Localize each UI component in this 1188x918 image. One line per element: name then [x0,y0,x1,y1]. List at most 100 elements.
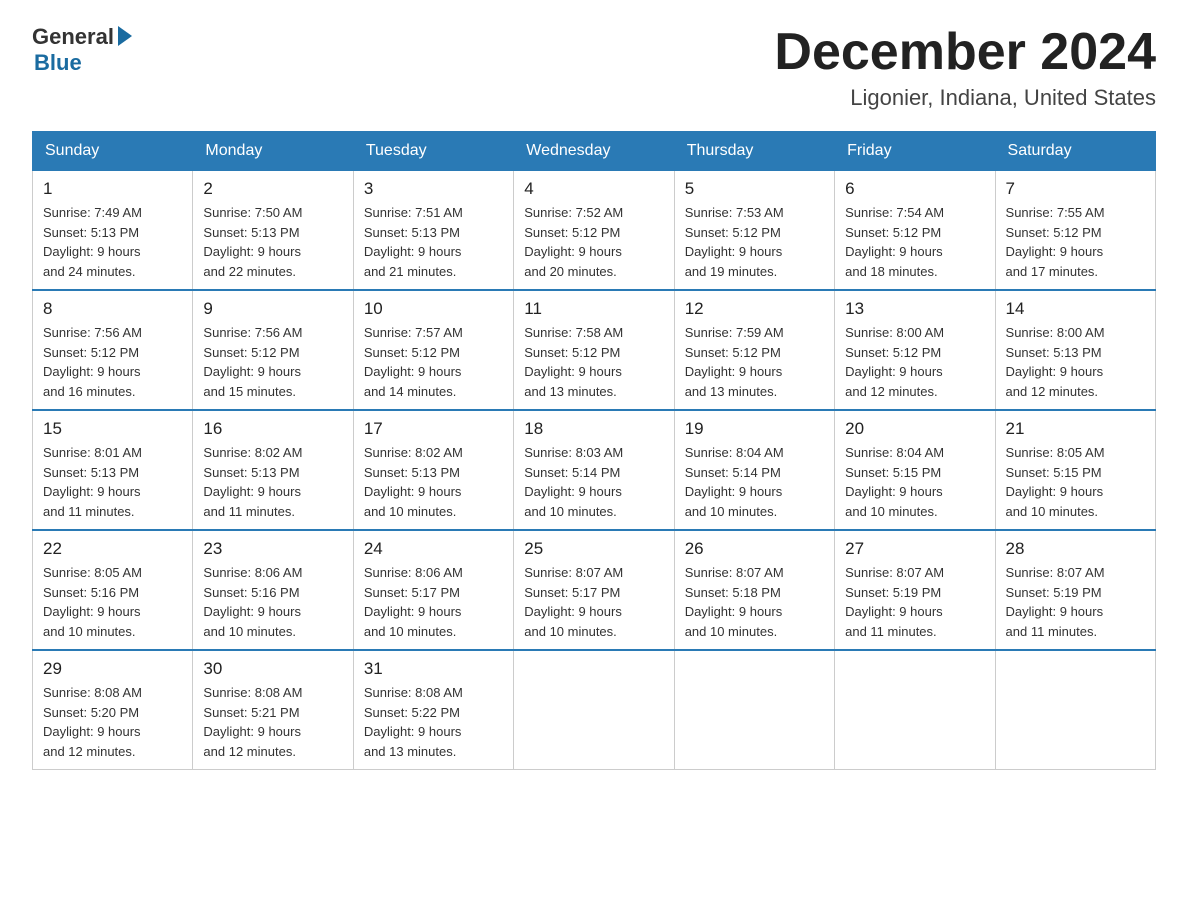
day-number: 7 [1006,179,1145,199]
sunset-text: Sunset: 5:12 PM [43,345,139,360]
daylight-text: Daylight: 9 hours [43,604,141,619]
day-info: Sunrise: 8:02 AM Sunset: 5:13 PM Dayligh… [203,443,342,521]
daylight-text: Daylight: 9 hours [203,244,301,259]
sunrise-text: Sunrise: 7:56 AM [203,325,302,340]
daylight-minutes-text: and 13 minutes. [364,744,457,759]
day-info: Sunrise: 8:00 AM Sunset: 5:12 PM Dayligh… [845,323,984,401]
sunrise-text: Sunrise: 7:53 AM [685,205,784,220]
daylight-text: Daylight: 9 hours [524,364,622,379]
sunrise-text: Sunrise: 7:55 AM [1006,205,1105,220]
calendar-cell: 28 Sunrise: 8:07 AM Sunset: 5:19 PM Dayl… [995,530,1155,650]
calendar-cell: 14 Sunrise: 8:00 AM Sunset: 5:13 PM Dayl… [995,290,1155,410]
calendar-cell [995,650,1155,770]
sunrise-text: Sunrise: 7:52 AM [524,205,623,220]
sunrise-text: Sunrise: 8:04 AM [685,445,784,460]
daylight-minutes-text: and 10 minutes. [845,504,938,519]
calendar-cell: 15 Sunrise: 8:01 AM Sunset: 5:13 PM Dayl… [33,410,193,530]
sunset-text: Sunset: 5:13 PM [1006,345,1102,360]
day-number: 19 [685,419,824,439]
day-number: 10 [364,299,503,319]
sunset-text: Sunset: 5:18 PM [685,585,781,600]
column-header-friday: Friday [835,132,995,171]
day-info: Sunrise: 7:53 AM Sunset: 5:12 PM Dayligh… [685,203,824,281]
daylight-text: Daylight: 9 hours [43,364,141,379]
calendar-cell: 9 Sunrise: 7:56 AM Sunset: 5:12 PM Dayli… [193,290,353,410]
calendar-cell: 23 Sunrise: 8:06 AM Sunset: 5:16 PM Dayl… [193,530,353,650]
daylight-text: Daylight: 9 hours [43,484,141,499]
sunrise-text: Sunrise: 8:04 AM [845,445,944,460]
sunrise-text: Sunrise: 8:05 AM [1006,445,1105,460]
calendar-cell: 25 Sunrise: 8:07 AM Sunset: 5:17 PM Dayl… [514,530,674,650]
daylight-text: Daylight: 9 hours [203,604,301,619]
daylight-minutes-text: and 10 minutes. [364,504,457,519]
day-number: 3 [364,179,503,199]
daylight-minutes-text: and 10 minutes. [1006,504,1099,519]
sunrise-text: Sunrise: 8:02 AM [364,445,463,460]
sunset-text: Sunset: 5:19 PM [1006,585,1102,600]
calendar-cell: 21 Sunrise: 8:05 AM Sunset: 5:15 PM Dayl… [995,410,1155,530]
calendar-cell [674,650,834,770]
day-info: Sunrise: 8:05 AM Sunset: 5:16 PM Dayligh… [43,563,182,641]
daylight-text: Daylight: 9 hours [364,484,462,499]
daylight-text: Daylight: 9 hours [43,244,141,259]
sunset-text: Sunset: 5:16 PM [203,585,299,600]
day-number: 25 [524,539,663,559]
calendar-cell: 19 Sunrise: 8:04 AM Sunset: 5:14 PM Dayl… [674,410,834,530]
calendar-cell: 18 Sunrise: 8:03 AM Sunset: 5:14 PM Dayl… [514,410,674,530]
sunset-text: Sunset: 5:13 PM [43,225,139,240]
day-number: 22 [43,539,182,559]
day-number: 9 [203,299,342,319]
day-info: Sunrise: 7:50 AM Sunset: 5:13 PM Dayligh… [203,203,342,281]
calendar-title: December 2024 [774,24,1156,81]
calendar-week-row: 29 Sunrise: 8:08 AM Sunset: 5:20 PM Dayl… [33,650,1156,770]
sunrise-text: Sunrise: 8:07 AM [524,565,623,580]
day-number: 30 [203,659,342,679]
day-info: Sunrise: 8:07 AM Sunset: 5:19 PM Dayligh… [845,563,984,641]
day-number: 11 [524,299,663,319]
calendar-cell: 2 Sunrise: 7:50 AM Sunset: 5:13 PM Dayli… [193,171,353,291]
sunset-text: Sunset: 5:14 PM [685,465,781,480]
title-area: December 2024 Ligonier, Indiana, United … [774,24,1156,111]
sunrise-text: Sunrise: 8:08 AM [43,685,142,700]
daylight-minutes-text: and 11 minutes. [1006,624,1098,639]
column-header-saturday: Saturday [995,132,1155,171]
daylight-text: Daylight: 9 hours [845,604,943,619]
sunrise-text: Sunrise: 8:05 AM [43,565,142,580]
sunset-text: Sunset: 5:22 PM [364,705,460,720]
daylight-text: Daylight: 9 hours [1006,364,1104,379]
calendar-cell: 12 Sunrise: 7:59 AM Sunset: 5:12 PM Dayl… [674,290,834,410]
daylight-text: Daylight: 9 hours [43,724,141,739]
day-number: 4 [524,179,663,199]
calendar-week-row: 15 Sunrise: 8:01 AM Sunset: 5:13 PM Dayl… [33,410,1156,530]
calendar-week-row: 1 Sunrise: 7:49 AM Sunset: 5:13 PM Dayli… [33,171,1156,291]
sunrise-text: Sunrise: 7:49 AM [43,205,142,220]
daylight-minutes-text: and 11 minutes. [43,504,135,519]
header: General Blue December 2024 Ligonier, Ind… [32,24,1156,111]
day-number: 18 [524,419,663,439]
daylight-minutes-text: and 10 minutes. [685,624,778,639]
sunset-text: Sunset: 5:12 PM [845,345,941,360]
calendar-cell: 7 Sunrise: 7:55 AM Sunset: 5:12 PM Dayli… [995,171,1155,291]
daylight-minutes-text: and 14 minutes. [364,384,457,399]
daylight-minutes-text: and 12 minutes. [203,744,296,759]
daylight-text: Daylight: 9 hours [1006,244,1104,259]
calendar-cell [514,650,674,770]
day-info: Sunrise: 8:07 AM Sunset: 5:19 PM Dayligh… [1006,563,1145,641]
sunrise-text: Sunrise: 7:50 AM [203,205,302,220]
sunrise-text: Sunrise: 8:06 AM [203,565,302,580]
sunset-text: Sunset: 5:17 PM [364,585,460,600]
sunset-text: Sunset: 5:12 PM [364,345,460,360]
day-info: Sunrise: 7:58 AM Sunset: 5:12 PM Dayligh… [524,323,663,401]
daylight-minutes-text: and 10 minutes. [203,624,296,639]
daylight-text: Daylight: 9 hours [524,244,622,259]
daylight-minutes-text: and 10 minutes. [524,504,617,519]
column-header-tuesday: Tuesday [353,132,513,171]
calendar-cell: 26 Sunrise: 8:07 AM Sunset: 5:18 PM Dayl… [674,530,834,650]
calendar-cell: 31 Sunrise: 8:08 AM Sunset: 5:22 PM Dayl… [353,650,513,770]
day-number: 8 [43,299,182,319]
sunset-text: Sunset: 5:15 PM [845,465,941,480]
day-info: Sunrise: 8:05 AM Sunset: 5:15 PM Dayligh… [1006,443,1145,521]
day-info: Sunrise: 8:01 AM Sunset: 5:13 PM Dayligh… [43,443,182,521]
daylight-text: Daylight: 9 hours [203,484,301,499]
daylight-minutes-text: and 20 minutes. [524,264,617,279]
